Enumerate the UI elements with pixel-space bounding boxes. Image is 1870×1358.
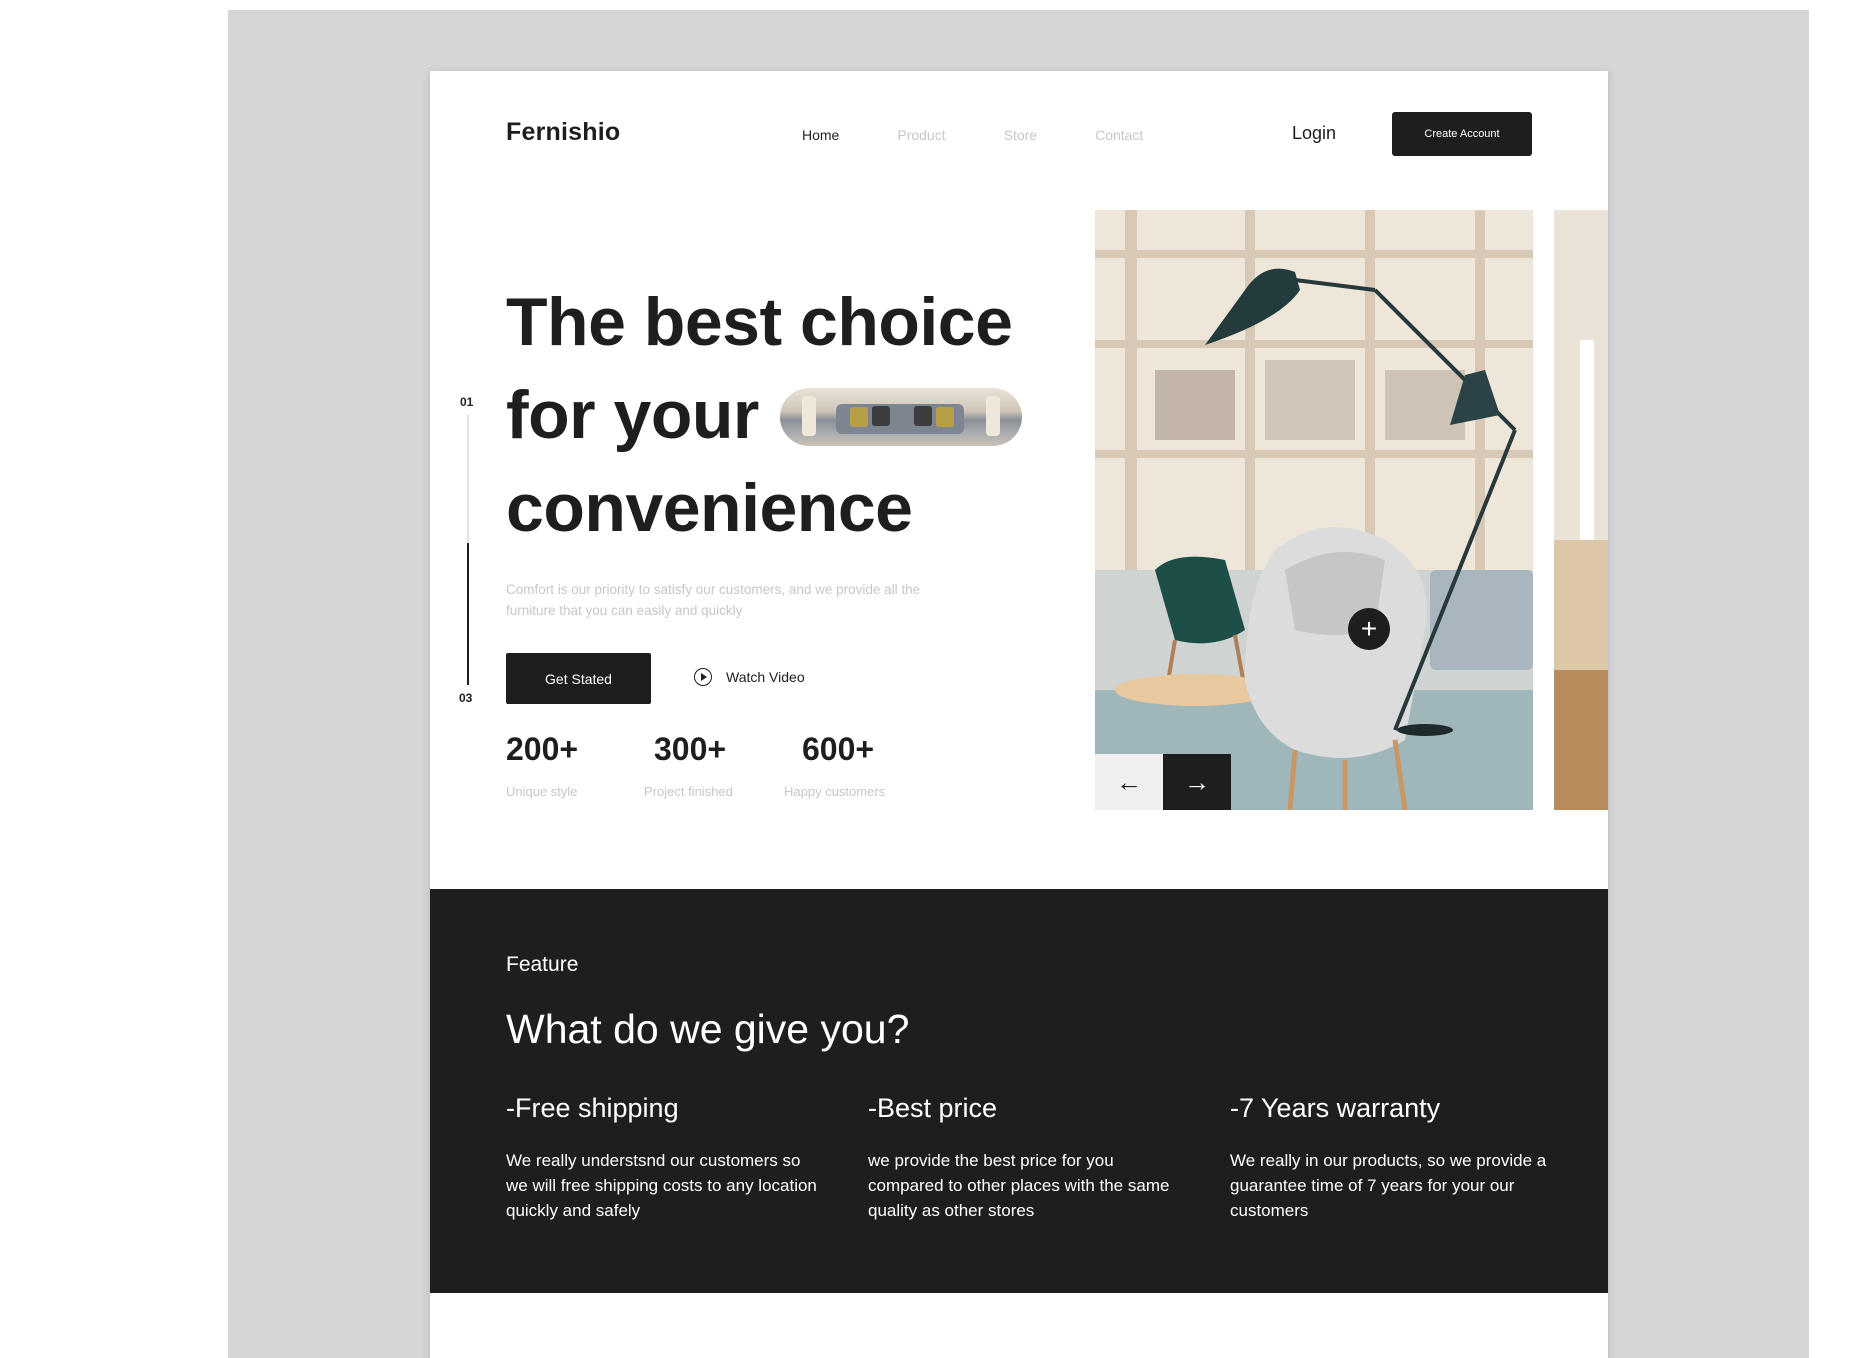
brand-logo[interactable]: Fernishio (506, 118, 620, 147)
feature-item-text: We really understsnd our customers so we… (506, 1151, 817, 1220)
next-slide-photo (1554, 210, 1608, 810)
slide-indicator-end: 03 (459, 691, 473, 705)
nav-links: Home Product Store Contact (802, 127, 1201, 143)
stat-label: Unique style (506, 784, 578, 799)
arrow-right-icon: → (1184, 766, 1210, 797)
nav-link-product[interactable]: Product (897, 127, 945, 143)
play-icon (694, 668, 712, 686)
plus-icon: + (1360, 613, 1378, 644)
feature-item-warranty: -7 Years warranty We really in our produ… (1230, 1093, 1550, 1223)
stat-label: Happy customers (784, 784, 886, 799)
stat-label: Project finished (644, 784, 733, 799)
feature-heading: What do we give you? (506, 1006, 910, 1052)
stat-value: 300+ (654, 731, 727, 767)
sofa-thumbnail-image (780, 388, 1022, 446)
stat-customers: 600+ Happy customers (784, 731, 885, 799)
product-hotspot-button[interactable]: + (1348, 608, 1390, 650)
create-account-button[interactable]: Create Account (1392, 112, 1532, 156)
stat-value: 600+ (802, 731, 875, 767)
nav-link-home[interactable]: Home (802, 127, 839, 143)
feature-item-title: -7 Years warranty (1230, 1093, 1441, 1123)
chair-lamp-photo (1095, 210, 1533, 810)
feature-item-text: We really in our products, so we provide… (1230, 1151, 1547, 1220)
stat-projects: 300+ Project finished (644, 731, 733, 799)
feature-item-text: we provide the best price for you compar… (868, 1151, 1170, 1220)
design-canvas: Fernishio Home Product Store Contact Log… (228, 10, 1809, 1358)
feature-section: Feature What do we give you? -Free shipp… (430, 889, 1608, 1293)
slide-progress-track (467, 415, 469, 685)
login-link[interactable]: Login (1292, 123, 1336, 144)
hero-title-line-3: convenience (506, 470, 913, 546)
hero-description: Comfort is our priority to satisfy our c… (506, 582, 921, 618)
next-slide-button[interactable]: → (1163, 754, 1231, 810)
stat-value: 200+ (506, 731, 579, 767)
watch-video-label: Watch Video (726, 669, 805, 685)
arrow-left-icon: ← (1116, 766, 1142, 797)
feature-item-price: -Best price we provide the best price fo… (868, 1093, 1188, 1223)
nav-link-contact[interactable]: Contact (1095, 127, 1143, 143)
landing-page: Fernishio Home Product Store Contact Log… (430, 71, 1608, 1358)
hero-furniture-photo (1095, 210, 1533, 810)
feature-item-title: -Free shipping (506, 1093, 679, 1123)
feature-tag: Feature (506, 953, 579, 976)
feature-item-shipping: -Free shipping We really understsnd our … (506, 1093, 826, 1223)
watch-video-button[interactable]: Watch Video (694, 668, 805, 686)
nav-link-store[interactable]: Store (1004, 127, 1037, 143)
previous-slide-button[interactable]: ← (1095, 754, 1163, 810)
slide-progress-fill (467, 543, 469, 685)
get-started-button[interactable]: Get Stated (506, 653, 651, 704)
feature-item-title: -Best price (868, 1093, 998, 1123)
next-slide-preview[interactable] (1554, 210, 1608, 810)
slide-indicator-start: 01 (460, 395, 474, 409)
hero-title-line-1: The best choice (506, 284, 1013, 360)
stat-unique-style: 200+ Unique style (506, 731, 578, 799)
